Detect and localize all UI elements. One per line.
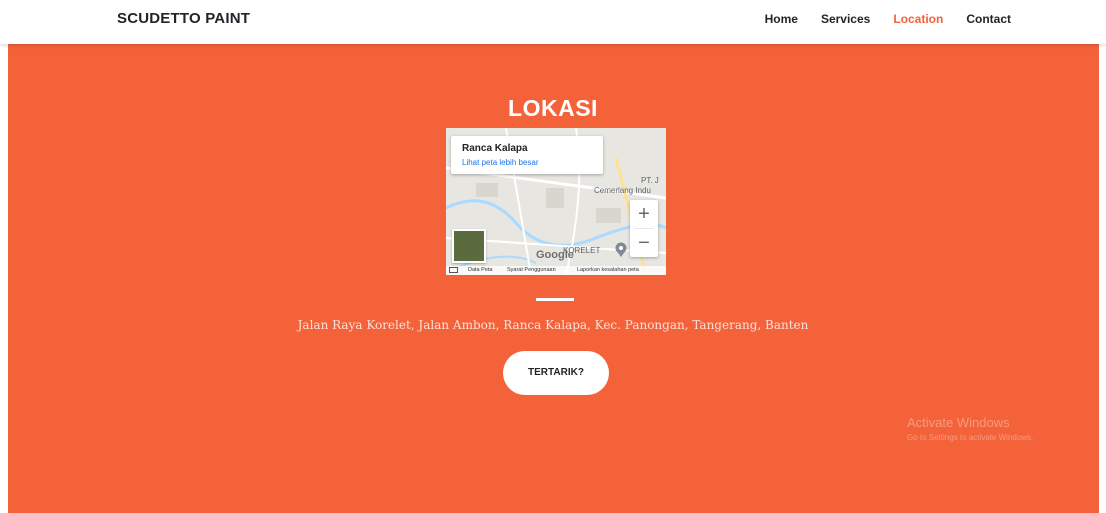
activate-windows-watermark: Activate Windows Go to Settings to activ… <box>907 415 1033 442</box>
interested-button[interactable]: TERTARIK? <box>503 351 609 395</box>
zoom-controls: + − <box>630 200 658 257</box>
zoom-in-button[interactable]: + <box>630 200 658 228</box>
map-report-link[interactable]: Laporkan kesalahan peta <box>577 267 639 273</box>
keyboard-icon[interactable] <box>449 267 458 273</box>
nav-links: Home Services Location Contact <box>742 12 1011 26</box>
nav-link-location[interactable]: Location <box>893 12 943 26</box>
watermark-title: Activate Windows <box>907 415 1010 430</box>
larger-map-link[interactable]: Lihat peta lebih besar <box>462 158 539 167</box>
map-terms-link[interactable]: Syarat Penggunaan <box>507 267 556 273</box>
map-info-card: Ranca Kalapa Lihat peta lebih besar <box>451 136 603 174</box>
map-place-name: Ranca Kalapa <box>462 143 528 154</box>
map-label-pt: PT. J <box>641 176 659 185</box>
map-label-korelet: KORELET <box>563 246 601 255</box>
watermark-subtitle: Go to Settings to activate Windows. <box>907 433 1034 442</box>
map-data-link[interactable]: Data Peta <box>468 267 492 273</box>
section-title: LOKASI <box>508 95 598 121</box>
nav-link-home[interactable]: Home <box>765 12 798 26</box>
embedded-map[interactable]: Ranca Kalapa Lihat peta lebih besar PT. … <box>446 128 666 275</box>
map-pin-icon <box>615 242 627 257</box>
satellite-toggle[interactable] <box>452 229 486 263</box>
address-text: Jalan Raya Korelet, Jalan Ambon, Ranca K… <box>297 318 809 332</box>
map-footer: Data Peta Syarat Penggunaan Laporkan kes… <box>446 266 666 275</box>
nav-link-contact[interactable]: Contact <box>966 12 1011 26</box>
page-scroll-edge <box>1099 44 1106 513</box>
nav-link-services[interactable]: Services <box>821 12 870 26</box>
zoom-out-button[interactable]: − <box>630 229 658 257</box>
section-divider <box>536 298 574 301</box>
map-label-cemerlang: Cemerlang Indu <box>594 186 651 195</box>
brand-logo[interactable]: SCUDETTO PAINT <box>117 10 250 27</box>
navbar: SCUDETTO PAINT Home Services Location Co… <box>0 0 1106 44</box>
